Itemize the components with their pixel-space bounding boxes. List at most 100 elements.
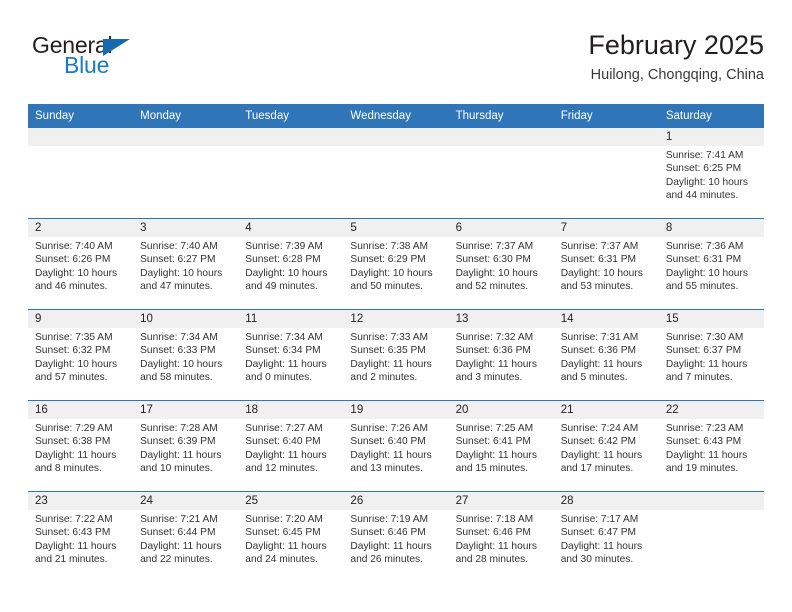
day-cell[interactable]: 25 Sunrise: 7:20 AM Sunset: 6:45 PM Dayligh… [238,492,344,583]
day-sun-info: Sunrise: 7:27 AM Sunset: 6:40 PM Daylight:… [238,419,343,474]
day-number: 2 [28,219,134,238]
daylight-text-line2: and 49 minutes. [245,280,318,292]
daylight-text-line2: and 58 minutes. [140,371,213,383]
day-cell[interactable]: 28 Sunrise: 7:17 AM Sunset: 6:47 PM Dayligh… [553,492,659,583]
weekday-header-tuesday: Tuesday [245,110,289,122]
daylight-text-line2: and 28 minutes. [455,553,529,565]
sunrise-text: Sunrise: 7:18 AM [455,514,534,526]
day-cell[interactable]: 16 Sunrise: 7:29 AM Sunset: 6:38 PM Dayligh… [28,401,134,492]
sunrise-text: Sunrise: 7:29 AM [35,423,113,435]
sunrise-text: Sunrise: 7:19 AM [350,514,429,526]
day-cell[interactable]: 20 Sunrise: 7:25 AM Sunset: 6:41 PM Dayligh… [448,401,554,492]
sunrise-text: Sunrise: 7:20 AM [245,514,323,526]
sunrise-text: Sunrise: 7:37 AM [560,241,639,253]
day-sun-info: Sunrise: 7:41 AM Sunset: 6:25 PM Daylight:… [659,146,764,201]
day-sun-info: Sunrise: 7:23 AM Sunset: 6:43 PM Daylight:… [659,419,764,474]
day-cell[interactable]: 13 Sunrise: 7:32 AM Sunset: 6:36 PM Dayligh… [448,310,554,401]
day-sun-info: Sunrise: 7:39 AM Sunset: 6:28 PM Daylight:… [238,237,343,292]
day-cell[interactable]: 5 Sunrise: 7:38 AM Sunset: 6:29 PM Daylight… [343,219,449,310]
day-cell[interactable]: 26 Sunrise: 7:19 AM Sunset: 6:46 PM Dayligh… [343,492,449,583]
day-cell[interactable]: 22 Sunrise: 7:23 AM Sunset: 6:43 PM Dayligh… [658,401,764,492]
daylight-text-line1: Daylight: 11 hours [35,449,117,461]
week-day-grid: 16 Sunrise: 7:29 AM Sunset: 6:38 PM Dayligh… [28,401,764,492]
day-number: 21 [553,401,659,420]
weekday-header-wednesday: Wednesday [350,110,411,122]
day-sun-info: Sunrise: 7:35 AM Sunset: 6:32 PM Daylight:… [28,328,133,383]
day-number: 24 [133,492,239,511]
daylight-text-line2: and 0 minutes. [245,371,313,383]
day-cell[interactable]: 1 Sunrise: 7:41 AM Sunset: 6:25 PM Daylight… [658,128,764,219]
day-cell[interactable]: 4 Sunrise: 7:39 AM Sunset: 6:28 PM Daylight… [238,219,344,310]
daylight-text-line2: and 50 minutes. [350,280,423,292]
day-cell[interactable]: 6 Sunrise: 7:37 AM Sunset: 6:30 PM Daylight… [448,219,554,310]
sunrise-text: Sunrise: 7:39 AM [245,241,323,253]
calendar-page: General Blue February 2025 Huilong, Chon… [0,0,792,612]
sunset-text: Sunset: 6:43 PM [665,436,742,448]
day-number: 4 [238,219,344,238]
sunrise-text: Sunrise: 7:33 AM [350,332,429,344]
week-day-grid: 1 Sunrise: 7:41 AM Sunset: 6:25 PM Daylight… [28,128,764,219]
daylight-text-line2: and 2 minutes. [350,371,418,383]
day-number: 10 [133,310,239,329]
day-number: 26 [343,492,449,511]
sunrise-text: Sunrise: 7:26 AM [350,423,429,435]
day-number: 28 [553,492,659,511]
daylight-text-line2: and 12 minutes. [245,462,318,474]
day-sun-info: Sunrise: 7:26 AM Sunset: 6:40 PM Daylight:… [343,419,448,474]
day-sun-info: Sunrise: 7:21 AM Sunset: 6:44 PM Daylight:… [133,510,238,565]
daylight-text-line1: Daylight: 11 hours [140,449,222,461]
daylight-text-line1: Daylight: 11 hours [35,540,117,552]
day-cell[interactable]: 24 Sunrise: 7:21 AM Sunset: 6:44 PM Dayligh… [133,492,239,583]
day-number: 6 [448,219,554,238]
weekday-header-sunday: Sunday [35,110,75,122]
sunset-text: Sunset: 6:31 PM [665,254,742,266]
day-number: 27 [448,492,554,511]
daylight-text-line2: and 53 minutes. [560,280,634,292]
day-sun-info: Sunrise: 7:31 AM Sunset: 6:36 PM Daylight:… [554,328,659,383]
sunrise-text: Sunrise: 7:28 AM [140,423,218,435]
day-cell[interactable]: 3 Sunrise: 7:40 AM Sunset: 6:27 PM Daylight… [133,219,239,310]
day-cell[interactable]: 15 Sunrise: 7:30 AM Sunset: 6:37 PM Dayligh… [658,310,764,401]
sunset-text: Sunset: 6:39 PM [140,436,216,448]
day-sun-info: Sunrise: 7:40 AM Sunset: 6:27 PM Daylight:… [133,237,238,292]
day-sun-info: Sunrise: 7:17 AM Sunset: 6:47 PM Daylight:… [554,510,659,565]
sunrise-text: Sunrise: 7:40 AM [35,241,113,253]
day-cell[interactable]: 12 Sunrise: 7:33 AM Sunset: 6:35 PM Dayligh… [343,310,449,401]
day-number [658,492,764,511]
day-cell[interactable]: 11 Sunrise: 7:34 AM Sunset: 6:34 PM Dayligh… [238,310,344,401]
weekday-header-friday: Friday [560,110,593,122]
sunset-text: Sunset: 6:27 PM [140,254,216,266]
day-number: 13 [448,310,554,329]
day-number: 11 [238,310,344,329]
sunrise-text: Sunrise: 7:27 AM [245,423,323,435]
day-cell[interactable]: 10 Sunrise: 7:34 AM Sunset: 6:33 PM Dayligh… [133,310,239,401]
day-cell[interactable]: 27 Sunrise: 7:18 AM Sunset: 6:46 PM Dayligh… [448,492,554,583]
day-cell[interactable]: 21 Sunrise: 7:24 AM Sunset: 6:42 PM Dayligh… [553,401,659,492]
day-cell[interactable]: 23 Sunrise: 7:22 AM Sunset: 6:43 PM Dayligh… [28,492,134,583]
day-cell[interactable]: 7 Sunrise: 7:37 AM Sunset: 6:31 PM Daylight… [553,219,659,310]
sunrise-text: Sunrise: 7:24 AM [560,423,639,435]
day-cell[interactable]: 19 Sunrise: 7:26 AM Sunset: 6:40 PM Dayligh… [343,401,449,492]
daylight-text-line1: Daylight: 10 hours [140,267,223,279]
sunset-text: Sunset: 6:36 PM [560,345,637,357]
daylight-text-line1: Daylight: 10 hours [245,267,328,279]
day-sun-info: Sunrise: 7:37 AM Sunset: 6:31 PM Daylight:… [554,237,659,292]
daylight-text-line1: Daylight: 11 hours [665,449,748,461]
daylight-text-line2: and 19 minutes. [665,462,739,474]
daylight-text-line1: Daylight: 11 hours [560,449,643,461]
day-sun-info: Sunrise: 7:36 AM Sunset: 6:31 PM Daylight:… [659,237,764,292]
day-cell[interactable]: 2 Sunrise: 7:40 AM Sunset: 6:26 PM Daylight… [28,219,134,310]
sunrise-text: Sunrise: 7:41 AM [665,150,744,162]
day-cell-empty [343,128,449,219]
day-cell[interactable]: 17 Sunrise: 7:28 AM Sunset: 6:39 PM Dayligh… [133,401,239,492]
daylight-text-line2: and 24 minutes. [245,553,318,565]
day-number: 8 [658,219,764,238]
day-sun-info: Sunrise: 7:25 AM Sunset: 6:41 PM Daylight:… [449,419,554,474]
day-cell[interactable]: 8 Sunrise: 7:36 AM Sunset: 6:31 PM Daylight… [658,219,764,310]
day-cell-empty [658,492,764,583]
day-cell[interactable]: 14 Sunrise: 7:31 AM Sunset: 6:36 PM Dayligh… [553,310,659,401]
day-number: 5 [343,219,449,238]
day-cell[interactable]: 18 Sunrise: 7:27 AM Sunset: 6:40 PM Dayligh… [238,401,344,492]
sunset-text: Sunset: 6:46 PM [455,527,531,539]
day-cell[interactable]: 9 Sunrise: 7:35 AM Sunset: 6:32 PM Daylight… [28,310,134,401]
